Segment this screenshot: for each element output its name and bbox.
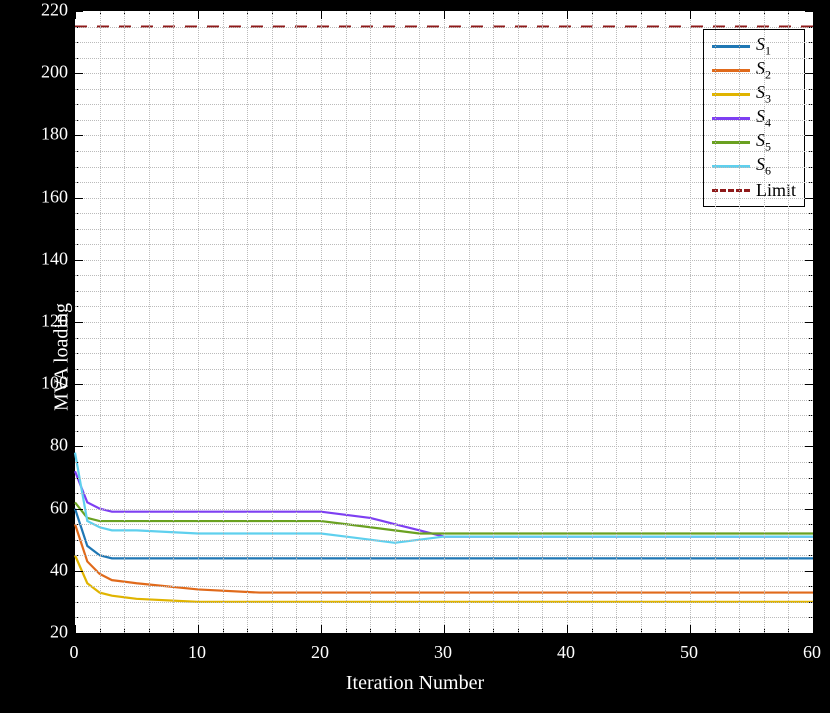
y-tick-label: 220 bbox=[41, 0, 68, 21]
legend-swatch bbox=[712, 93, 750, 96]
x-tick-label: 30 bbox=[434, 642, 452, 663]
x-axis-label: Iteration Number bbox=[0, 672, 830, 695]
legend-swatch bbox=[712, 45, 750, 48]
legend-swatch bbox=[712, 189, 750, 192]
y-tick-label: 160 bbox=[41, 186, 68, 207]
y-tick-label: 200 bbox=[41, 62, 68, 83]
y-tick-label: 20 bbox=[50, 622, 68, 643]
y-tick-label: 40 bbox=[50, 559, 68, 580]
y-tick-label: 140 bbox=[41, 248, 68, 269]
chart-container: S1S2S3S4S5S6Limit Iteration Number MVA l… bbox=[0, 0, 830, 713]
legend-item: S3 bbox=[712, 82, 796, 106]
x-tick-label: 20 bbox=[311, 642, 329, 663]
y-tick-label: 100 bbox=[41, 373, 68, 394]
x-tick-label: 50 bbox=[680, 642, 698, 663]
legend-item: S4 bbox=[712, 106, 796, 130]
legend-swatch bbox=[712, 141, 750, 144]
x-tick-label: 10 bbox=[188, 642, 206, 663]
y-tick-label: 120 bbox=[41, 311, 68, 332]
plot-area: S1S2S3S4S5S6Limit bbox=[74, 10, 814, 634]
y-tick-label: 180 bbox=[41, 124, 68, 145]
legend-item: S1 bbox=[712, 34, 796, 58]
legend-item: S2 bbox=[712, 58, 796, 82]
y-tick-label: 80 bbox=[50, 435, 68, 456]
legend-swatch bbox=[712, 69, 750, 72]
x-tick-label: 0 bbox=[70, 642, 79, 663]
legend: S1S2S3S4S5S6Limit bbox=[703, 29, 805, 207]
x-tick-label: 60 bbox=[803, 642, 821, 663]
x-tick-label: 40 bbox=[557, 642, 575, 663]
y-tick-label: 60 bbox=[50, 497, 68, 518]
